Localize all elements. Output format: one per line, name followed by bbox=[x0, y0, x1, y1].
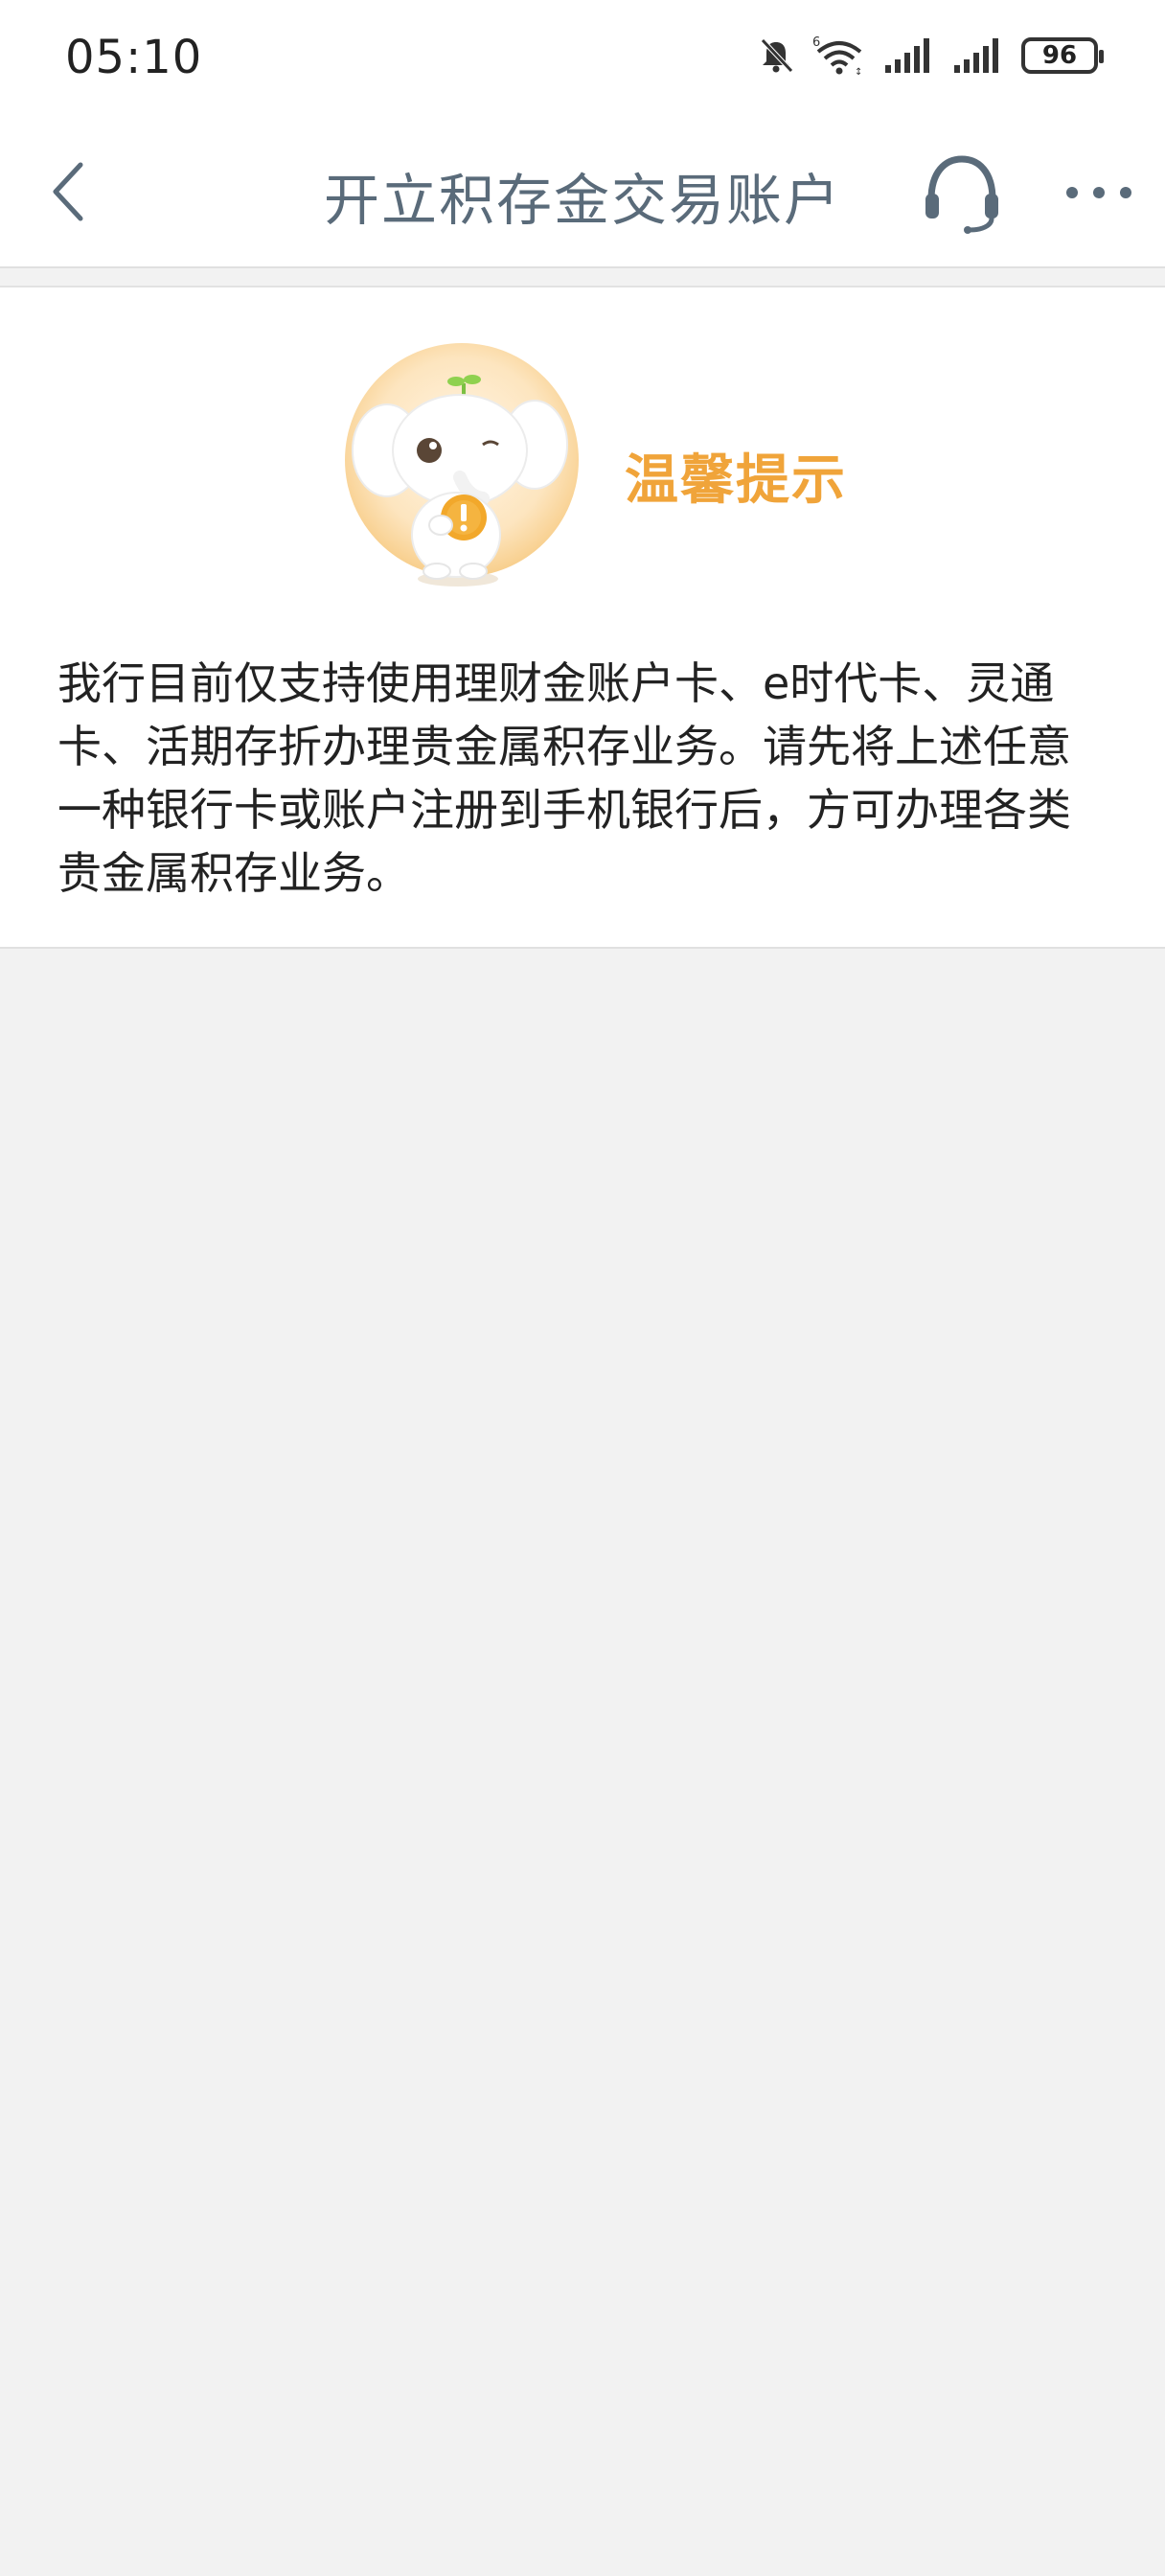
tip-card: 温馨提示 我行目前仅支持使用理财金账户卡、e时代卡、灵通卡、活期存折办理贵金属积… bbox=[0, 288, 1165, 949]
signal-icon bbox=[954, 38, 998, 73]
tip-message: 我行目前仅支持使用理财金账户卡、e时代卡、灵通卡、活期存折办理贵金属积存业务。请… bbox=[57, 657, 1071, 899]
nav-bar: 开立积存金交易账户 bbox=[0, 115, 1165, 268]
wifi-icon: 6 ↕ bbox=[812, 35, 862, 77]
tip-heading: 温馨提示 bbox=[625, 449, 847, 512]
svg-text:↕: ↕ bbox=[855, 67, 862, 77]
status-time: 05:10 bbox=[65, 31, 203, 84]
more-icon[interactable] bbox=[1062, 172, 1136, 213]
elephant-mascot-icon bbox=[345, 343, 579, 586]
svg-text:6: 6 bbox=[812, 35, 820, 50]
signal-icon bbox=[885, 38, 929, 73]
headset-icon[interactable] bbox=[918, 150, 1006, 238]
bell-muted-icon bbox=[761, 38, 793, 73]
battery-icon: 96 bbox=[1021, 37, 1104, 74]
section-divider bbox=[0, 268, 1165, 288]
battery-level: 96 bbox=[1041, 41, 1078, 70]
status-icons: 6 ↕ 96 bbox=[757, 33, 1104, 79]
status-bar: 05:10 6 ↕ 96 bbox=[0, 0, 1165, 115]
